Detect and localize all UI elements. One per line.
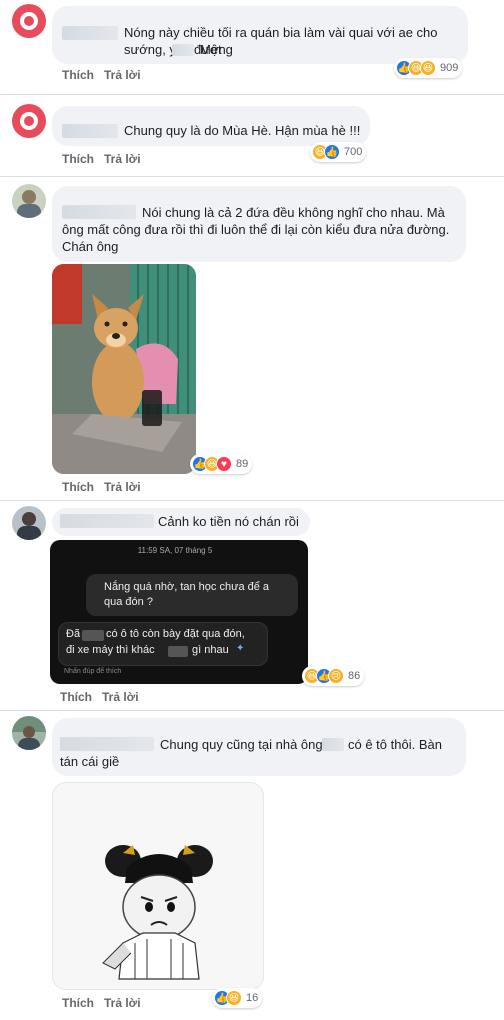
dog-photo-illustration	[52, 264, 196, 474]
comment-actions: Thích Trả lời	[62, 996, 151, 1010]
blurred-name	[62, 124, 118, 138]
fire-emoji-icon: ✦	[236, 643, 245, 654]
love-reaction-icon: ♥	[216, 456, 232, 472]
reaction-count: 89	[236, 458, 249, 470]
haha-reaction-icon: 😆	[226, 990, 242, 1006]
dog-photo[interactable]	[52, 264, 196, 474]
blurred-name	[60, 514, 154, 528]
blurred-name	[62, 26, 118, 40]
chat-screenshot[interactable]: 11:59 SA, 07 tháng 5 Nắng quá nhờ, tan h…	[50, 540, 308, 684]
comment-text: Cảnh ko tiền nó chán rồi	[158, 514, 299, 529]
avatar[interactable]	[12, 506, 46, 540]
comment-actions: Thích Trả lời	[62, 480, 151, 494]
reply-button[interactable]: Trả lời	[104, 996, 141, 1010]
reaction-count: 700	[344, 146, 363, 158]
sad-reaction-icon: 😢	[328, 668, 344, 684]
comment-text: Nói chung là cả 2 đứa đều không nghĩ cho…	[62, 205, 450, 254]
crying-sticker-illustration	[102, 845, 213, 980]
reply-button[interactable]: Trả lời	[102, 690, 139, 704]
like-button[interactable]: Thích	[62, 152, 94, 166]
reaction-count: 16	[246, 992, 259, 1004]
chat-timestamp: 11:59 SA, 07 tháng 5	[137, 546, 213, 555]
reply-button[interactable]: Trả lời	[104, 68, 141, 82]
reaction-count: 909	[440, 62, 459, 74]
reply-button[interactable]: Trả lời	[104, 152, 141, 166]
comment-text: Chung quy là do Mùa Hè. Hận mùa hè !!!	[124, 123, 361, 138]
divider	[0, 710, 504, 711]
avatar[interactable]	[12, 104, 46, 138]
avatar[interactable]	[12, 716, 46, 750]
received-text-b: có ô tô còn bày đặt qua đón,	[106, 628, 245, 640]
divider	[0, 500, 504, 501]
comment-text-tail: Mệt	[200, 42, 222, 57]
comment-actions: Thích Trả lời	[60, 690, 149, 704]
divider	[0, 176, 504, 177]
avatar[interactable]	[12, 4, 46, 38]
haha-reaction-icon: 😆	[420, 60, 436, 76]
received-text-a: Đã	[66, 628, 81, 640]
like-button[interactable]: Thích	[62, 68, 94, 82]
sticker-image[interactable]	[52, 782, 264, 990]
reply-button[interactable]: Trả lời	[104, 480, 141, 494]
reaction-summary[interactable]: 😆 👍 😢 86	[302, 666, 365, 686]
like-reaction-icon: 👍	[324, 144, 340, 160]
double-tap-hint: Nhấn đúp để thích	[64, 668, 122, 675]
blurred-word	[82, 630, 104, 641]
blurred-word	[172, 44, 194, 56]
comment-actions: Thích Trả lời	[62, 68, 151, 82]
reaction-summary[interactable]: 👍 😆 😆 909	[394, 58, 463, 78]
divider	[0, 94, 504, 95]
reaction-count: 86	[348, 670, 361, 682]
received-text-c: đi xe máy thì khác	[66, 644, 155, 656]
sent-message-text: Nắng quá nhờ, tan học chưa để a qua đón …	[104, 581, 270, 608]
comment-text-tail: có ê tô thôi. Bàn tán cái giề	[60, 737, 442, 769]
reaction-summary[interactable]: 👍 😆 16	[212, 988, 263, 1008]
like-button[interactable]: Thích	[60, 690, 92, 704]
comment-actions: Thích Trả lời	[62, 152, 151, 166]
reaction-summary[interactable]: 👍 😆 ♥ 89	[190, 454, 253, 474]
avatar[interactable]	[12, 184, 46, 218]
reaction-summary[interactable]: 😆 👍 700	[310, 142, 367, 162]
like-button[interactable]: Thích	[62, 480, 94, 494]
blurred-word	[168, 646, 188, 657]
like-button[interactable]: Thích	[62, 996, 94, 1010]
received-text-d: gì nhau	[192, 644, 229, 656]
